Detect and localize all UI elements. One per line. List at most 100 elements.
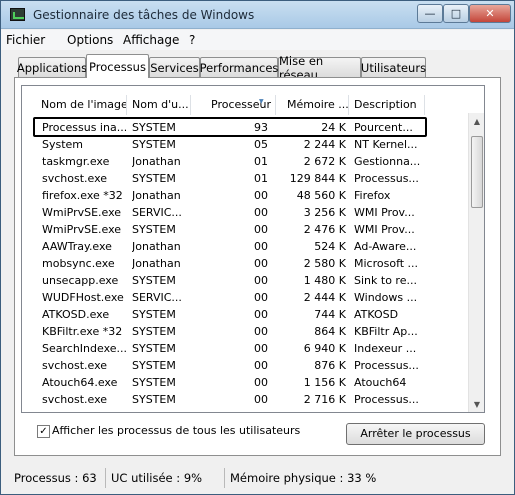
table-row[interactable]: WUDFHost.exe SERVIC... 00 2 444 K Windows ..… bbox=[22, 289, 468, 306]
cell-description: Microsoft ... bbox=[354, 257, 419, 270]
menu-affichage[interactable]: Affichage bbox=[123, 33, 179, 47]
table-row[interactable]: mobsync.exe Jonathan 00 2 580 K Microsoft ..… bbox=[22, 255, 468, 272]
cell-processor: 00 bbox=[254, 342, 268, 355]
cell-user-name: SYSTEM bbox=[132, 393, 176, 406]
status-bar: Processus : 63 UC utilisée : 9% Mémoire … bbox=[9, 468, 507, 488]
cell-description: Processus... bbox=[354, 359, 419, 372]
menu-fichier[interactable]: Fichier bbox=[6, 33, 45, 47]
cell-user-name: SYSTEM bbox=[132, 308, 176, 321]
cell-image-name: WmiPrvSE.exe bbox=[42, 223, 122, 236]
cell-memory: 2 580 K bbox=[303, 257, 346, 270]
cell-processor: 00 bbox=[254, 393, 268, 406]
checkmark-icon: ✓ bbox=[39, 426, 48, 437]
cell-image-name: Atouch64.exe bbox=[42, 376, 118, 389]
cell-processor: 00 bbox=[254, 257, 268, 270]
cell-user-name: SYSTEM bbox=[132, 325, 176, 338]
cell-description: NT Kernel... bbox=[354, 138, 418, 151]
task-manager-window: Gestionnaire des tâches de Windows — □ ✕… bbox=[0, 0, 515, 495]
cell-description: Windows ... bbox=[354, 291, 418, 304]
column-user-name[interactable]: Nom d'u... bbox=[127, 95, 191, 115]
cell-description: Firefox bbox=[354, 189, 391, 202]
table-row[interactable]: AAWTray.exe Jonathan 00 524 K Ad-Aware... bbox=[22, 238, 468, 255]
cell-processor: 01 bbox=[254, 155, 268, 168]
cell-description: KBFiltr Ap... bbox=[354, 325, 418, 338]
cell-description: ATKOSD bbox=[354, 308, 399, 321]
cell-processor: 05 bbox=[254, 138, 268, 151]
cell-user-name: SYSTEM bbox=[132, 342, 176, 355]
cell-user-name: SYSTEM bbox=[132, 274, 176, 287]
cell-processor: 00 bbox=[254, 240, 268, 253]
table-row[interactable]: unsecapp.exe SYSTEM 00 1 480 K Sink to re... bbox=[22, 272, 468, 289]
list-header: Nom de l'image Nom d'u... Processeur Mém… bbox=[22, 95, 468, 115]
table-row[interactable]: firefox.exe *32 Jonathan 00 48 560 K Firefox bbox=[22, 187, 468, 204]
table-row[interactable]: KBFiltr.exe *32 SYSTEM 00 864 K KBFiltr Ap..… bbox=[22, 323, 468, 340]
sort-arrow-icon: ▼ bbox=[259, 98, 264, 105]
cell-user-name: SYSTEM bbox=[132, 376, 176, 389]
table-row[interactable]: WmiPrvSE.exe SERVIC... 00 3 256 K WMI Prov..… bbox=[22, 204, 468, 221]
minimize-button[interactable]: — bbox=[417, 4, 443, 23]
cell-processor: 00 bbox=[254, 359, 268, 372]
window-title: Gestionnaire des tâches de Windows bbox=[33, 8, 255, 22]
cell-image-name: System bbox=[42, 138, 84, 151]
cell-description: WMI Prov... bbox=[354, 206, 415, 219]
cell-memory: 876 K bbox=[314, 359, 346, 372]
column-memory[interactable]: Mémoire ... bbox=[276, 95, 349, 115]
cell-processor: 01 bbox=[254, 172, 268, 185]
tab-utilisateurs[interactable]: Utilisateurs bbox=[361, 57, 426, 77]
cell-memory: 524 K bbox=[314, 240, 346, 253]
scroll-up-icon[interactable]: ▲ bbox=[469, 113, 484, 130]
cell-image-name: AAWTray.exe bbox=[42, 240, 112, 253]
show-all-users-checkbox[interactable]: ✓ bbox=[37, 425, 50, 438]
cell-memory: 2 716 K bbox=[303, 393, 346, 406]
cell-memory: 2 444 K bbox=[303, 291, 346, 304]
vertical-scrollbar[interactable]: ▲ ▼ bbox=[468, 113, 484, 412]
cell-description: WMI Prov... bbox=[354, 223, 415, 236]
close-button[interactable]: ✕ bbox=[469, 4, 511, 23]
cell-processor: 00 bbox=[254, 206, 268, 219]
table-row[interactable]: System SYSTEM 05 2 244 K NT Kernel... bbox=[22, 136, 468, 153]
table-row[interactable]: svchost.exe SYSTEM 00 2 716 K Processus... bbox=[22, 391, 468, 408]
scroll-thumb[interactable] bbox=[471, 136, 483, 208]
cell-memory: 1 156 K bbox=[303, 376, 346, 389]
cell-user-name: SERVIC... bbox=[132, 291, 182, 304]
cell-image-name: svchost.exe bbox=[42, 393, 108, 406]
cell-image-name: WmiPrvSE.exe bbox=[42, 206, 122, 219]
cell-memory: 864 K bbox=[314, 325, 346, 338]
cell-description: Processus... bbox=[354, 172, 419, 185]
table-row[interactable]: ATKOSD.exe SYSTEM 00 744 K ATKOSD bbox=[22, 306, 468, 323]
scroll-down-icon[interactable]: ▼ bbox=[469, 396, 484, 412]
table-row[interactable]: SearchIndexe... SYSTEM 00 6 940 K Indexeur .… bbox=[22, 340, 468, 357]
maximize-button[interactable]: □ bbox=[443, 4, 469, 23]
status-physical-memory: Mémoire physique : 33 % bbox=[230, 471, 377, 485]
menu-options[interactable]: Options bbox=[67, 33, 113, 47]
table-row[interactable]: taskmgr.exe Jonathan 01 2 672 K Gestionna... bbox=[22, 153, 468, 170]
cell-description: Indexeur ... bbox=[354, 342, 417, 355]
cell-image-name: firefox.exe *32 bbox=[42, 189, 123, 202]
cell-processor: 00 bbox=[254, 291, 268, 304]
tab-performances[interactable]: Performances bbox=[200, 57, 278, 77]
tab-mise-en-reseau[interactable]: Mise en réseau bbox=[278, 54, 361, 82]
cell-user-name: SERVIC... bbox=[132, 206, 182, 219]
cell-description: Sink to re... bbox=[354, 274, 417, 287]
cell-user-name: SYSTEM bbox=[132, 172, 176, 185]
title-bar[interactable]: Gestionnaire des tâches de Windows — □ ✕ bbox=[1, 1, 514, 29]
tab-processus[interactable]: Processus bbox=[86, 54, 149, 78]
end-process-button[interactable]: Arrêter le processus bbox=[346, 423, 485, 445]
show-all-users-label[interactable]: Afficher les processus de tous les utili… bbox=[52, 424, 300, 437]
cell-memory: 1 480 K bbox=[303, 274, 346, 287]
cell-memory: 129 844 K bbox=[289, 172, 346, 185]
cell-image-name: ATKOSD.exe bbox=[42, 308, 110, 321]
table-row[interactable]: WmiPrvSE.exe SYSTEM 00 2 476 K WMI Prov... bbox=[22, 221, 468, 238]
tab-applications[interactable]: Applications bbox=[17, 57, 87, 77]
cell-image-name: mobsync.exe bbox=[42, 257, 115, 270]
table-row[interactable]: Atouch64.exe SYSTEM 00 1 156 K Atouch64 bbox=[22, 374, 468, 391]
table-row[interactable]: svchost.exe SYSTEM 01 129 844 K Processus... bbox=[22, 170, 468, 187]
column-image-name[interactable]: Nom de l'image bbox=[36, 95, 127, 115]
status-process-count: Processus : 63 bbox=[9, 468, 106, 488]
maximize-icon: □ bbox=[450, 7, 462, 20]
tab-services[interactable]: Services bbox=[149, 57, 200, 77]
cell-memory: 744 K bbox=[314, 308, 346, 321]
menu-help[interactable]: ? bbox=[189, 33, 195, 47]
column-description[interactable]: Description bbox=[349, 95, 425, 115]
table-row[interactable]: svchost.exe SYSTEM 00 876 K Processus... bbox=[22, 357, 468, 374]
